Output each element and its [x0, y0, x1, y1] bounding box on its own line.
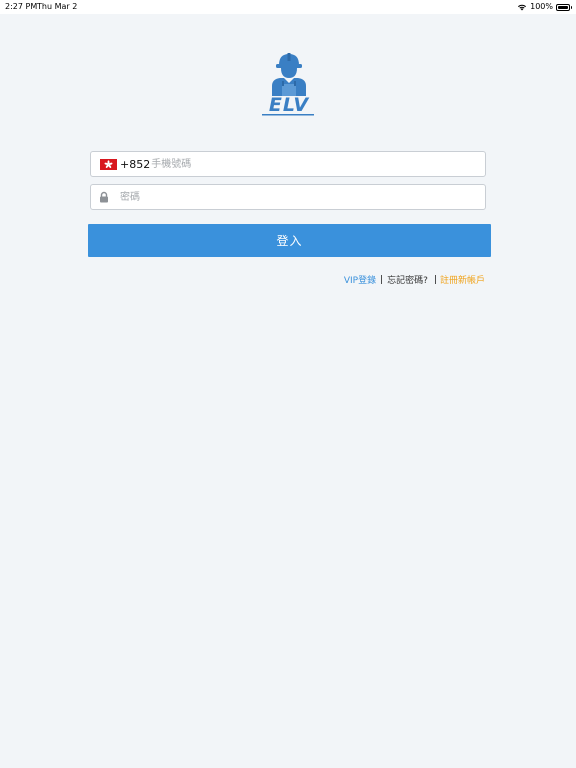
phone-input[interactable]	[151, 152, 485, 176]
status-indicators: 100%	[517, 0, 572, 14]
battery-percent: 100%	[530, 2, 553, 11]
app-logo: ELV	[258, 50, 320, 120]
register-link[interactable]: 註冊新帳戶	[440, 273, 485, 286]
hong-kong-flag-icon[interactable]	[100, 158, 117, 170]
vip-login-link[interactable]: VIP登錄	[344, 273, 376, 286]
forgot-password-link[interactable]: 忘記密碼?	[387, 273, 428, 286]
lock-icon	[100, 191, 108, 203]
battery-icon	[556, 3, 572, 11]
link-separator: |	[433, 274, 437, 285]
status-time: 2:27 PM	[5, 2, 38, 11]
login-button[interactable]: 登入	[88, 224, 491, 257]
auth-links: VIP登錄 | 忘記密碼? | 註冊新帳戶	[344, 273, 485, 287]
phone-field: +852	[90, 151, 486, 177]
password-field	[90, 184, 486, 210]
country-code[interactable]: +852	[120, 158, 150, 171]
logo-text: ELV	[268, 94, 310, 116]
link-separator: |	[380, 274, 384, 285]
wifi-icon	[518, 4, 527, 11]
status-bar: 2:27 PM Thu Mar 2 100%	[0, 0, 576, 14]
password-input[interactable]	[120, 185, 485, 209]
status-date: Thu Mar 2	[37, 2, 78, 11]
